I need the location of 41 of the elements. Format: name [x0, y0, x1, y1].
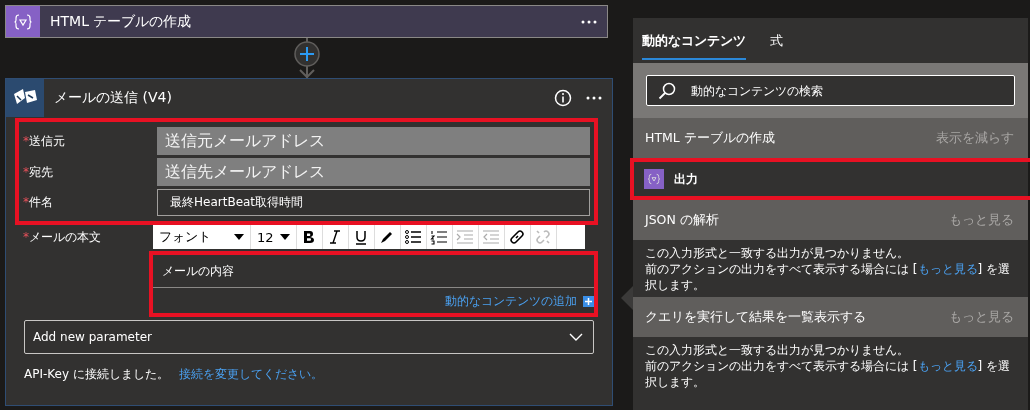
card-title: HTML テーブルの作成	[50, 12, 193, 31]
card-title: メールの送信 (V4)	[54, 89, 173, 107]
caret-icon	[234, 234, 244, 240]
chevron-down-icon	[569, 333, 583, 341]
field-label: *メールの本文	[23, 229, 102, 246]
section-title: クエリを実行して結果を一覧表示する	[645, 308, 866, 326]
braces-icon	[6, 6, 40, 37]
see-more-link[interactable]: もっと見る	[917, 262, 978, 276]
input-field[interactable]: 最終HeartBeat取得時間	[157, 189, 590, 216]
action-card[interactable]: HTML テーブルの作成	[5, 5, 608, 38]
caret-icon	[279, 234, 290, 240]
search-field[interactable]: 動的なコンテンツの検索	[646, 75, 1015, 106]
size-dropdown[interactable]: 12	[251, 225, 297, 249]
see-more-link[interactable]: もっと見る	[917, 359, 978, 373]
section-title: HTML テーブルの作成	[645, 129, 775, 147]
body-editor[interactable]: メールの内容 動的なコンテンツの追加	[149, 251, 598, 317]
no-output-message: この入力形式と一致する出力が見つかりません。	[645, 245, 910, 261]
search-icon	[658, 82, 676, 100]
field-label: *送信元	[23, 132, 66, 150]
field-label: *件名	[23, 194, 54, 211]
add-dynamic-content-link[interactable]: 動的なコンテンツの追加	[445, 292, 577, 310]
tab[interactable]: 動的なコンテンツ	[642, 30, 746, 60]
input-field[interactable]: 送信元メールアドレス	[157, 127, 590, 155]
change-connection-link[interactable]: 接続を変更してください。	[178, 366, 323, 383]
dynamic-content-item[interactable]: 出力	[630, 158, 1030, 200]
connection-status: API-Key に接続しました。	[24, 366, 169, 383]
no-output-message: 前のアクションの出力をすべて表示する場合には [もっと見る] を選択します。	[645, 261, 1011, 293]
field-label: *宛先	[23, 163, 54, 181]
add-parameter-dropdown[interactable]: Add new parameter	[24, 320, 594, 354]
braces-icon	[644, 169, 664, 189]
no-output-message: 前のアクションの出力をすべて表示する場合には [もっと見る] を選択します。	[645, 358, 1011, 390]
section-title: JSON の解析	[645, 211, 719, 229]
font-dropdown[interactable]: フォント	[153, 225, 251, 249]
tab[interactable]: 式	[770, 30, 783, 60]
info-icon[interactable]	[554, 89, 572, 107]
plus-icon[interactable]	[583, 295, 594, 307]
body-text: メールの内容	[162, 262, 234, 280]
no-output-message: この入力形式と一致する出力が見つかりません。	[645, 342, 910, 358]
more-icon[interactable]	[586, 96, 602, 100]
input-field[interactable]: 送信先メールアドレス	[157, 158, 590, 186]
more-icon[interactable]	[581, 19, 597, 24]
